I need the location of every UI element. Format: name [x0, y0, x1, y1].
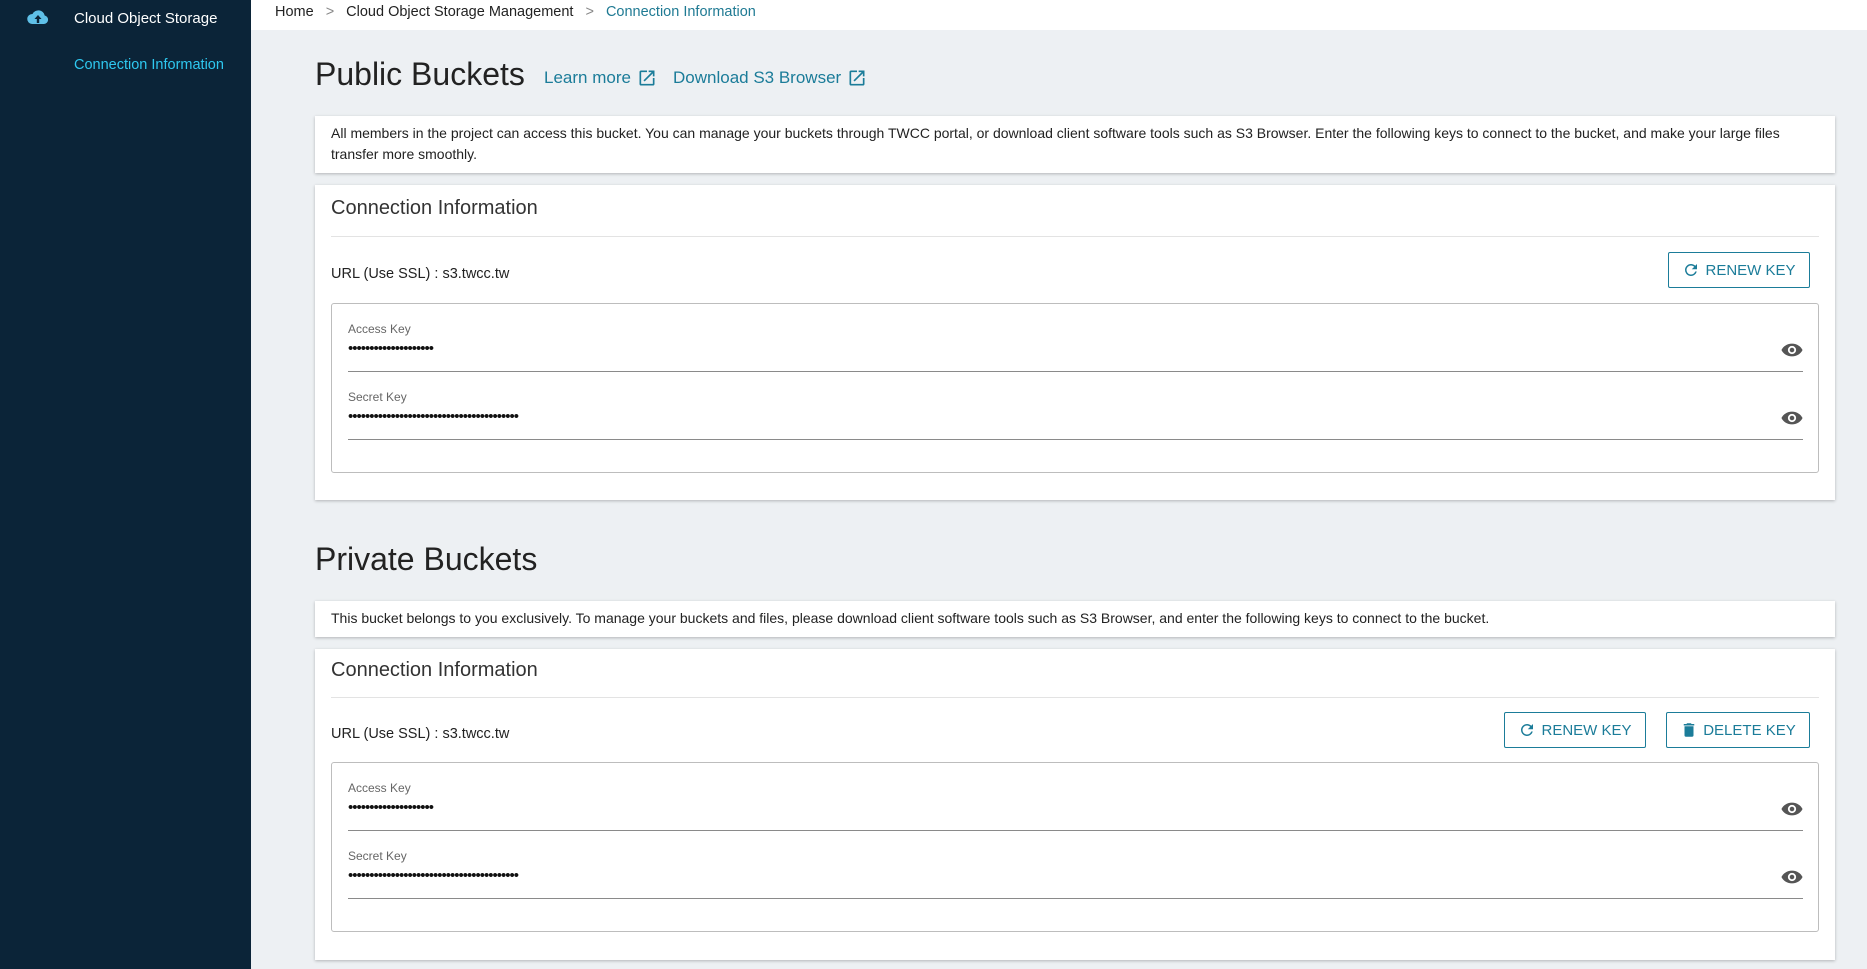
- secret-key-value: ••••••••••••••••••••••••••••••••••••••••: [348, 867, 519, 884]
- external-link-icon: [849, 70, 865, 86]
- public-description-card: All members in the project can access th…: [315, 116, 1835, 173]
- private-buckets-title: Private Buckets: [315, 541, 538, 577]
- divider: [331, 697, 1819, 698]
- sidebar-title: Cloud Object Storage: [74, 10, 218, 27]
- secret-key-label: Secret Key: [348, 849, 407, 863]
- public-url: URL (Use SSL) : s3.twcc.tw: [331, 266, 510, 282]
- breadcrumb-cos-management[interactable]: Cloud Object Storage Management: [346, 4, 573, 20]
- refresh-icon: [1521, 724, 1534, 736]
- breadcrumb-separator: >: [325, 4, 335, 20]
- learn-more-label: Learn more: [544, 68, 631, 87]
- learn-more-link[interactable]: Learn more: [544, 68, 657, 88]
- eye-icon[interactable]: [1781, 410, 1803, 426]
- breadcrumb-separator: >: [585, 4, 594, 20]
- access-key-label: Access Key: [348, 322, 411, 336]
- private-connection-title: Connection Information: [331, 659, 538, 681]
- access-key-value: ••••••••••••••••••••: [348, 799, 434, 816]
- eye-icon[interactable]: [1781, 342, 1803, 358]
- topbar: Home > Cloud Object Storage Management >…: [251, 0, 1867, 30]
- sidebar-item-connection-information[interactable]: Connection Information: [74, 57, 224, 73]
- private-connection-card: Connection Information URL (Use SSL) : s…: [315, 649, 1835, 960]
- public-connection-card: Connection Information URL (Use SSL) : s…: [315, 185, 1835, 500]
- divider: [331, 236, 1819, 237]
- breadcrumb-current: Connection Information: [605, 4, 756, 20]
- access-key-value: ••••••••••••••••••••: [348, 340, 434, 357]
- public-keys-box: Access Key •••••••••••••••••••• Secret K…: [331, 303, 1819, 473]
- public-description: All members in the project can access th…: [331, 125, 1780, 162]
- trash-icon: [1683, 723, 1695, 737]
- private-description-card: This bucket belongs to you exclusively. …: [315, 601, 1835, 637]
- private-delete-key-button[interactable]: DELETE KEY: [1666, 712, 1810, 748]
- public-secret-key-field[interactable]: Secret Key •••••••••••••••••••••••••••••…: [348, 388, 1803, 440]
- download-s3-browser-label: Download S3 Browser: [673, 68, 842, 87]
- private-keys-box: Access Key •••••••••••••••••••• Secret K…: [331, 762, 1819, 932]
- breadcrumb: Home > Cloud Object Storage Management >…: [275, 4, 756, 20]
- delete-key-label: DELETE KEY: [1703, 721, 1796, 739]
- breadcrumb-home[interactable]: Home: [275, 4, 314, 20]
- public-renew-key-button[interactable]: RENEW KEY: [1668, 252, 1810, 288]
- private-renew-key-button[interactable]: RENEW KEY: [1504, 712, 1646, 748]
- external-link-icon: [639, 70, 655, 86]
- renew-key-label: RENEW KEY: [1541, 721, 1632, 739]
- sidebar: Cloud Object Storage Connection Informat…: [0, 0, 251, 969]
- download-s3-browser-link[interactable]: Download S3 Browser: [673, 68, 867, 88]
- private-url: URL (Use SSL) : s3.twcc.tw: [331, 726, 510, 742]
- eye-icon[interactable]: [1781, 869, 1803, 885]
- private-secret-key-field[interactable]: Secret Key •••••••••••••••••••••••••••••…: [348, 847, 1803, 899]
- secret-key-value: ••••••••••••••••••••••••••••••••••••••••: [348, 408, 519, 425]
- access-key-label: Access Key: [348, 781, 411, 795]
- eye-icon[interactable]: [1781, 801, 1803, 817]
- secret-key-label: Secret Key: [348, 390, 407, 404]
- public-access-key-field[interactable]: Access Key ••••••••••••••••••••: [348, 320, 1803, 372]
- public-buckets-title: Public Buckets: [315, 56, 525, 92]
- renew-key-label: RENEW KEY: [1705, 261, 1796, 279]
- refresh-icon: [1685, 264, 1698, 276]
- cloud-upload-icon: [26, 8, 50, 28]
- private-description: This bucket belongs to you exclusively. …: [331, 610, 1490, 626]
- private-access-key-field[interactable]: Access Key ••••••••••••••••••••: [348, 779, 1803, 831]
- public-connection-title: Connection Information: [331, 197, 538, 219]
